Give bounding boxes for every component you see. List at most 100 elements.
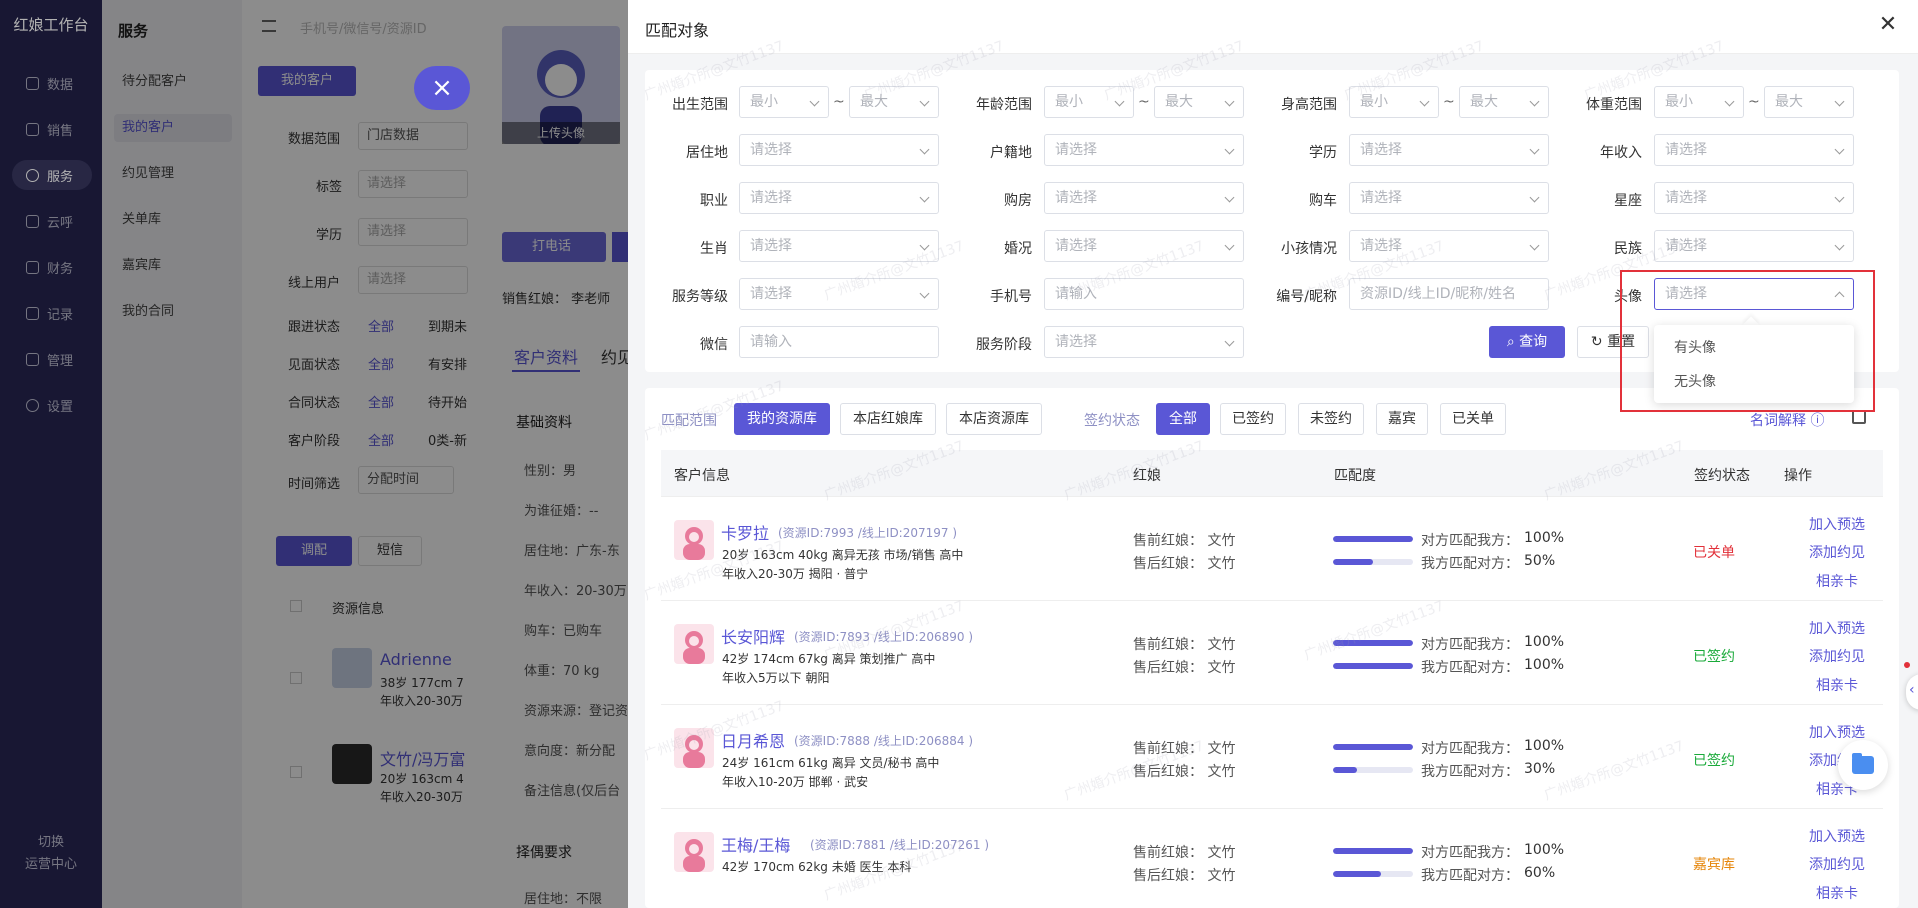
highlight-box [1620, 270, 1875, 412]
car-label: 购车 [1309, 193, 1337, 209]
customer-avatar [674, 520, 714, 560]
drawer-shade [468, 0, 628, 908]
car-select[interactable]: 请选择 [1349, 182, 1549, 214]
height-max-select[interactable]: 最大 [1459, 86, 1549, 118]
chevron-down-icon [1529, 144, 1540, 155]
customer-name-link[interactable]: 卡罗拉 [721, 520, 769, 544]
match-value-them: 100% [1524, 530, 1565, 546]
income-select[interactable]: 请选择 [1654, 134, 1854, 166]
chevron-down-icon [1224, 336, 1235, 347]
avatar-placeholder-icon [683, 839, 705, 872]
age-range-label: 年龄范围 [976, 97, 1032, 113]
match-label-us: 我方匹配对方： [1421, 764, 1519, 780]
add-preselect-link[interactable]: 加入预选 [1802, 722, 1872, 742]
sign-status: 已关单 [1693, 545, 1735, 561]
weight-min-select[interactable]: 最小 [1654, 86, 1744, 118]
match-bar-us [1333, 871, 1413, 877]
job-select[interactable]: 请选择 [739, 182, 939, 214]
birth-min-select[interactable]: 最小 [739, 86, 829, 118]
residence-label: 居住地 [686, 145, 728, 161]
chevron-down-icon [1834, 192, 1845, 203]
customer-income: 年收入10-20万 邯郸 · 武安 [722, 775, 869, 789]
tab-unsigned[interactable]: 未签约 [1298, 403, 1364, 435]
tab-sign-all[interactable]: 全部 [1156, 403, 1210, 435]
chevron-down-icon [1834, 240, 1845, 251]
residence-select[interactable]: 请选择 [739, 134, 939, 166]
chevron-down-icon [1224, 96, 1235, 107]
add-preselect-link[interactable]: 加入预选 [1802, 618, 1872, 638]
match-label-us: 我方匹配对方： [1421, 660, 1519, 676]
column-actions: 操作 [1784, 468, 1812, 484]
weight-max-select[interactable]: 最大 [1764, 86, 1854, 118]
match-bar-them [1333, 744, 1413, 750]
help-icon: ⓘ [1806, 413, 1825, 429]
add-preselect-link[interactable]: 加入预选 [1802, 514, 1872, 534]
hukou-label: 户籍地 [990, 145, 1032, 161]
search-icon: ⌕ [1506, 334, 1520, 350]
customer-name-link[interactable]: 王梅/王梅 [721, 832, 790, 856]
match-value-us: 100% [1524, 657, 1565, 673]
chevron-down-icon [1224, 240, 1235, 251]
age-max-select[interactable]: 最大 [1154, 86, 1244, 118]
match-value-us: 50% [1524, 553, 1556, 569]
sign-status-label: 签约状态 [1084, 413, 1140, 429]
match-value-them: 100% [1524, 738, 1565, 754]
tab-store-matchmaker[interactable]: 本店红娘库 [840, 403, 936, 435]
close-drawer-icon[interactable]: × [414, 66, 470, 110]
dating-card-link[interactable]: 相亲卡 [1802, 571, 1872, 591]
close-icon[interactable]: ✕ [1876, 12, 1900, 40]
chevron-down-icon [1529, 192, 1540, 203]
nav-overlay [0, 0, 102, 908]
chevron-down-icon [1529, 240, 1540, 251]
tab-closed[interactable]: 已关单 [1440, 403, 1506, 435]
refresh-icon: ↻ [1590, 334, 1608, 350]
tab-store-resource[interactable]: 本店资源库 [946, 403, 1042, 435]
notification-dot [1904, 662, 1910, 668]
glossary-link[interactable]: 名词解释 ⓘ [1750, 410, 1824, 430]
house-label: 购房 [1004, 193, 1032, 209]
education-select[interactable]: 请选择 [1349, 134, 1549, 166]
add-meeting-link[interactable]: 添加约见 [1802, 646, 1872, 666]
match-bar-them [1333, 848, 1413, 854]
chevron-down-icon [919, 192, 930, 203]
add-preselect-link[interactable]: 加入预选 [1802, 826, 1872, 846]
aftersale-matchmaker: 售后红娘： 文竹 [1133, 556, 1236, 572]
aftersale-matchmaker: 售后红娘： 文竹 [1133, 868, 1236, 884]
add-meeting-link[interactable]: 添加约见 [1802, 854, 1872, 874]
wechat-input[interactable]: 请输入 [739, 326, 939, 358]
house-select[interactable]: 请选择 [1044, 182, 1244, 214]
floating-folder-button[interactable] [1838, 740, 1888, 790]
match-value-them: 100% [1524, 634, 1565, 650]
add-meeting-link[interactable]: 添加约见 [1802, 542, 1872, 562]
chevron-left-icon: ‹ [1909, 682, 1915, 698]
dating-card-link[interactable]: 相亲卡 [1802, 883, 1872, 903]
customer-avatar [674, 624, 714, 664]
customer-info: 24岁 161cm 61kg 离异 文员/秘书 高中 [722, 756, 940, 770]
service-level-label: 服务等级 [672, 289, 728, 305]
dating-card-link[interactable]: 相亲卡 [1802, 675, 1872, 695]
zodiac-select[interactable]: 请选择 [1654, 182, 1854, 214]
match-label-us: 我方匹配对方： [1421, 556, 1519, 572]
modal-header [628, 0, 1918, 54]
chevron-down-icon [1724, 96, 1735, 107]
aftersale-matchmaker: 售后红娘： 文竹 [1133, 660, 1236, 676]
column-settings-icon[interactable] [1852, 410, 1866, 424]
children-label: 小孩情况 [1281, 241, 1337, 257]
query-button[interactable]: ⌕ 查询 [1489, 326, 1565, 358]
customer-avatar [674, 832, 714, 872]
match-value-us: 30% [1524, 761, 1556, 777]
modal-title: 匹配对象 [645, 21, 710, 40]
tab-guest[interactable]: 嘉宾 [1376, 403, 1428, 435]
hukou-select[interactable]: 请选择 [1044, 134, 1244, 166]
range-separator: ~ [1748, 94, 1760, 110]
chevron-down-icon [1834, 96, 1845, 107]
presale-matchmaker: 售前红娘： 文竹 [1133, 533, 1236, 549]
match-bar-us [1333, 767, 1413, 773]
service-stage-label: 服务阶段 [976, 337, 1032, 353]
service-stage-select[interactable]: 请选择 [1044, 326, 1244, 358]
code-input[interactable]: 资源ID/线上ID/昵称/姓名 [1349, 278, 1549, 310]
chevron-down-icon [919, 144, 930, 155]
row-divider [661, 808, 1883, 809]
tab-signed[interactable]: 已签约 [1220, 403, 1286, 435]
customer-name-link[interactable]: 长安阳辉 [721, 624, 785, 648]
